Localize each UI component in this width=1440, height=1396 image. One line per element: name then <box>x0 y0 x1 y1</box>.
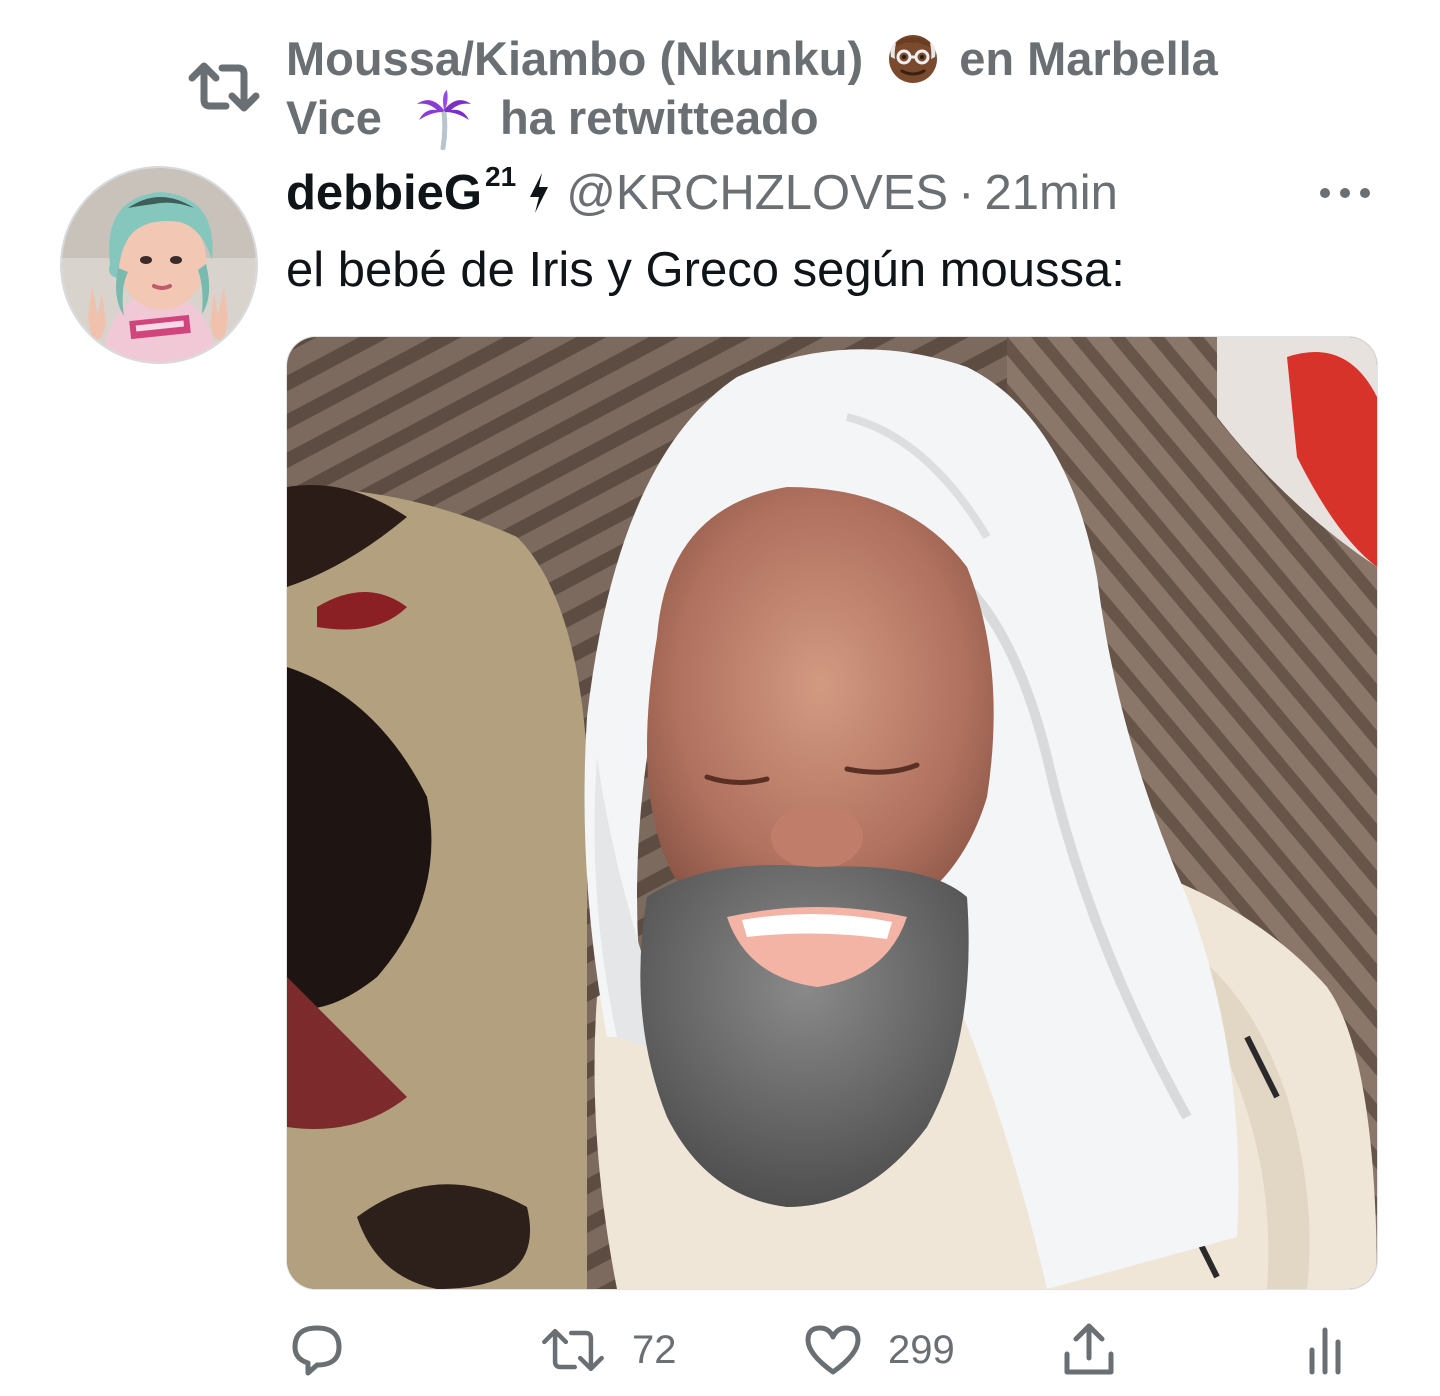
heart-icon <box>805 1325 861 1375</box>
retweet-context-icon <box>188 62 260 112</box>
retweet-context[interactable]: Moussa/Kiambo (Nkunku) en Marbella Vice … <box>286 30 1306 150</box>
avatar[interactable] <box>62 168 256 362</box>
user-handle[interactable]: @KRCHZLOVES <box>566 165 948 221</box>
lightning-bolt-icon <box>530 173 549 213</box>
old-man-emoji-icon <box>889 35 938 83</box>
more-options-icon[interactable] <box>1318 180 1372 206</box>
tweet-header: debbieG 21 @KRCHZLOVES · 21min <box>286 160 1118 226</box>
tweet-text: el bebé de Iris y Greco según moussa: <box>286 243 1125 297</box>
retweet-button[interactable]: 72 <box>540 1320 677 1380</box>
share-button[interactable] <box>1062 1320 1116 1380</box>
analytics-icon <box>1309 1327 1341 1375</box>
retweet-action-text: ha retwitteado <box>499 91 819 144</box>
tweet-actions: 72 299 <box>0 1320 1440 1380</box>
retweet-icon <box>542 1328 604 1372</box>
retweeter-name: Moussa/Kiambo (Nkunku) <box>286 32 864 85</box>
reply-button[interactable] <box>290 1320 344 1380</box>
avatar-image <box>62 168 256 362</box>
retweet-count: 72 <box>632 1327 677 1372</box>
palm-tree-emoji-icon <box>416 90 471 150</box>
like-count: 299 <box>888 1327 955 1372</box>
tweet-timestamp[interactable]: 21min <box>984 165 1117 221</box>
display-name-superscript: 21 <box>485 161 517 192</box>
reply-icon <box>292 1325 342 1376</box>
tweet-media[interactable] <box>286 336 1378 1290</box>
header-separator: · <box>958 166 975 220</box>
retweeter-location-2: Vice <box>286 91 382 144</box>
display-name[interactable]: debbieG <box>286 165 482 221</box>
like-button[interactable]: 299 <box>804 1320 955 1380</box>
analytics-button[interactable] <box>1308 1320 1342 1380</box>
meme-photo <box>287 337 1377 1289</box>
share-icon <box>1064 1323 1114 1375</box>
retweeter-location-1: en Marbella <box>959 32 1218 85</box>
